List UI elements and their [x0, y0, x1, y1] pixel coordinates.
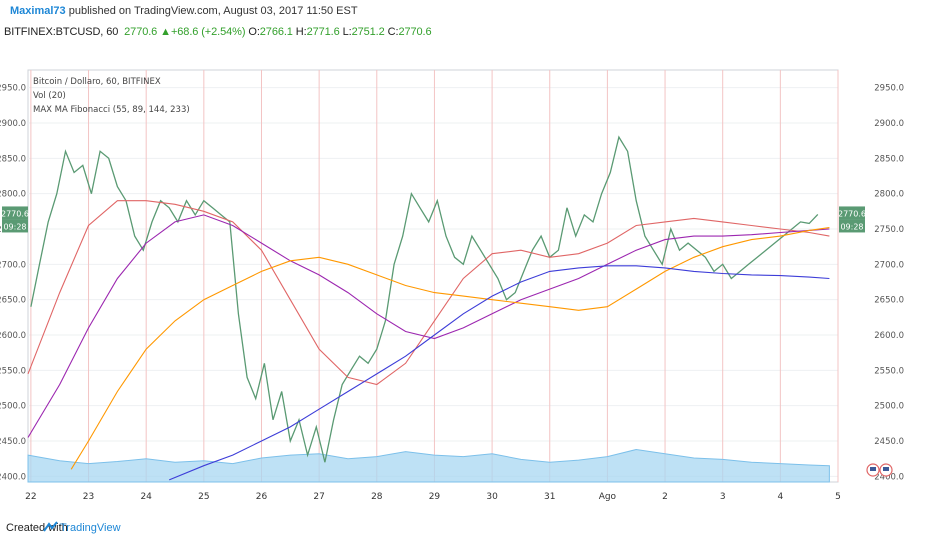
y-tick-label-left: 2900.0 [0, 119, 26, 129]
legend-entry: Vol (20) [33, 91, 66, 101]
close-label: C: [387, 26, 399, 38]
open-label: O: [248, 26, 260, 38]
price-change: ▲+68.6 (+2.54%) [160, 26, 246, 38]
y-tick-label-left: 2500.0 [0, 402, 26, 412]
x-tick-label: 30 [486, 492, 498, 502]
y-tick-label-left: 2800.0 [0, 190, 26, 200]
publish-line: Maximal73 published on TradingView.com, … [10, 5, 358, 17]
y-tick-label-left: 2550.0 [0, 366, 26, 376]
event-flag-mark-icon [870, 467, 876, 471]
plot-frame [27, 69, 839, 483]
x-tick-label: 25 [198, 492, 209, 502]
y-tick-label-left: 2700.0 [0, 260, 26, 270]
footer: Created with TradingView [0, 504, 932, 550]
high-value: 2771.6 [306, 26, 340, 38]
legend-entry: Bitcoin / Dollaro, 60, BITFINEX [33, 77, 161, 87]
last-price-label-right: 2770.6 [838, 209, 866, 218]
header: Maximal73 published on TradingView.com, … [0, 0, 932, 46]
y-tick-label-left: 2950.0 [0, 84, 26, 94]
y-tick-label-right: 2550.0 [874, 366, 904, 376]
close-value: 2770.6 [398, 26, 432, 38]
x-tick-label: 5 [835, 492, 841, 502]
y-tick-label-left: 2400.0 [0, 472, 26, 482]
countdown-label-left: 09:28 [3, 222, 26, 231]
low-value: 2751.2 [351, 26, 385, 38]
x-tick-label: 2 [662, 492, 668, 502]
y-tick-label-right: 2800.0 [874, 190, 904, 200]
x-tick-label: 3 [720, 492, 726, 502]
x-tick-label: 31 [544, 492, 555, 502]
y-tick-label-right: 2750.0 [874, 225, 904, 235]
y-tick-label-left: 2600.0 [0, 331, 26, 341]
y-tick-label-right: 2450.0 [874, 437, 904, 447]
last-price: 2770.6 [124, 26, 158, 38]
y-tick-label-left: 2450.0 [0, 437, 26, 447]
y-tick-label-right: 2850.0 [874, 154, 904, 164]
x-tick-label: 27 [313, 492, 324, 502]
chart-area[interactable]: 2950.0 2950.0 2900.0 2900.0 2850.0 2850.0 2800… [0, 46, 932, 504]
last-price-label-left: 2770.6 [1, 209, 29, 218]
tradingview-brand[interactable]: TradingView [60, 522, 121, 534]
x-tick-label: 24 [140, 492, 152, 502]
high-label: H: [295, 26, 307, 38]
x-tick-label: 22 [25, 492, 36, 502]
price-chart[interactable]: 2950.0 2950.0 2900.0 2900.0 2850.0 2850.0 2800… [0, 46, 932, 504]
countdown-label-right: 09:28 [840, 222, 863, 231]
published-text: published on TradingView.com, August 03,… [68, 5, 358, 17]
y-tick-label-left: 2850.0 [0, 154, 26, 164]
open-value: 2766.1 [259, 26, 293, 38]
low-label: L: [342, 26, 352, 38]
x-tick-label: 4 [777, 492, 783, 502]
event-flag-mark-icon [883, 467, 889, 471]
y-tick-label-right: 2500.0 [874, 402, 904, 412]
x-tick-label: Ago [599, 492, 617, 502]
author-link[interactable]: Maximal73 [10, 5, 66, 17]
x-tick-label: 23 [83, 492, 94, 502]
y-tick-label-right: 2900.0 [874, 119, 904, 129]
y-tick-label-right: 2600.0 [874, 331, 904, 341]
y-tick-label-left: 2650.0 [0, 296, 26, 306]
legend-entry: MAX MA Fibonacci (55, 89, 144, 233) [33, 105, 190, 115]
symbol-line: BITFINEX:BTCUSD, 60 2770.6 ▲+68.6 (+2.54… [4, 26, 432, 38]
y-tick-label-right: 2700.0 [874, 260, 904, 270]
tradingview-logo-icon [43, 521, 58, 532]
x-tick-label: 28 [371, 492, 383, 502]
symbol-label[interactable]: BITFINEX:BTCUSD, 60 [4, 26, 118, 38]
x-tick-label: 26 [256, 492, 268, 502]
x-tick-label: 29 [429, 492, 441, 502]
y-tick-label-right: 2650.0 [874, 296, 904, 306]
y-tick-label-right: 2950.0 [874, 84, 904, 94]
